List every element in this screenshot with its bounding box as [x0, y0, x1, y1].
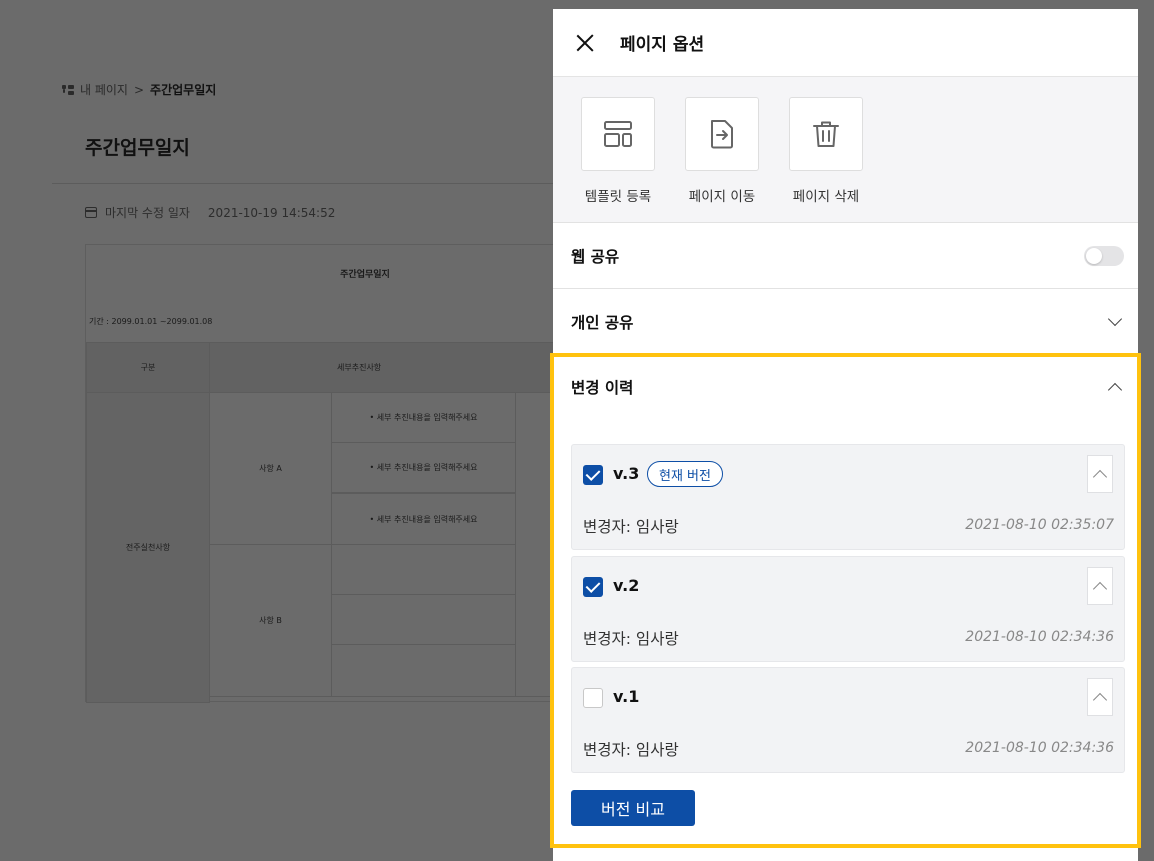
table-cell [515, 392, 556, 697]
table-cell: • 세부 추진내용을 입력해주세요 [331, 392, 516, 443]
table-header-detail: 세부추진사항 [209, 342, 556, 393]
version-item: v.3 현재 버전 변경자: 임사랑 2021-08-10 02:35:07 [571, 444, 1125, 550]
table-cell: • 세부 추진내용을 입력해주세요 [331, 493, 516, 545]
action-tile[interactable] [685, 97, 759, 171]
page-title: 주간업무일지 [85, 137, 190, 159]
version-date: 2021-08-10 02:34:36 [965, 629, 1114, 645]
panel-header: 페이지 옵션 [553, 9, 1138, 77]
chevron-down-icon[interactable] [1107, 311, 1123, 327]
version-name: v.3 [613, 464, 640, 483]
close-icon[interactable] [574, 32, 596, 54]
chevron-up-icon [1092, 581, 1108, 596]
version-date: 2021-08-10 02:34:36 [965, 740, 1114, 756]
breadcrumb-current: 주간업무일지 [150, 83, 217, 97]
chevron-up-icon [1092, 692, 1108, 707]
private-share-row[interactable]: 개인 공유 [553, 289, 1138, 355]
version-editor: 변경자: 임사랑 [583, 518, 679, 536]
web-share-label: 웹 공유 [571, 247, 620, 266]
document-heading: 주간업무일지 [340, 270, 390, 280]
version-editor: 변경자: 임사랑 [583, 630, 679, 648]
action-tile[interactable] [789, 97, 863, 171]
page-actions: 템플릿 등록 페이지 이동 페이지 삭제 [553, 77, 1138, 223]
trash-icon [813, 121, 839, 147]
document-period: 기간 : 2099.01.01 ~2099.01.08 [89, 317, 213, 326]
version-collapse-button[interactable] [1087, 567, 1113, 605]
version-item: v.1 변경자: 임사랑 2021-08-10 02:34:36 [571, 667, 1125, 773]
template-icon [604, 121, 632, 147]
action-label: 페이지 이동 [688, 189, 756, 205]
move-page-icon [711, 120, 733, 149]
table-cell [331, 544, 516, 595]
web-share-toggle[interactable] [1084, 245, 1124, 266]
private-share-label: 개인 공유 [571, 313, 634, 332]
modified-label: 마지막 수정 일자 [105, 206, 190, 220]
table-item-a: 사항 A [209, 392, 332, 545]
breadcrumb: 내 페이지 > 주간업무일지 [62, 81, 216, 98]
sitemap-icon [62, 84, 74, 95]
chevron-up-icon [1092, 469, 1108, 484]
version-checkbox[interactable] [583, 465, 603, 485]
table-group-label: 전주실천사항 [86, 392, 210, 703]
table-item-b: 사항 B [209, 544, 332, 697]
version-date: 2021-08-10 02:35:07 [965, 517, 1114, 533]
title-divider [52, 183, 554, 184]
breadcrumb-separator: > [133, 82, 145, 97]
compare-versions-button[interactable]: 버전 비교 [571, 790, 695, 826]
version-checkbox[interactable] [583, 688, 603, 708]
change-history-label: 변경 이력 [571, 379, 634, 397]
change-history-header[interactable]: 변경 이력 [553, 354, 1138, 420]
last-modified: 마지막 수정 일자 2021-10-19 14:54:52 [85, 204, 335, 221]
move-page-button[interactable]: 페이지 이동 [685, 97, 789, 222]
web-share-row: 웹 공유 [553, 223, 1138, 289]
version-collapse-button[interactable] [1087, 678, 1113, 716]
document-table: 주간업무일지 기간 : 2099.01.01 ~2099.01.08 구분 세부… [85, 244, 556, 703]
calendar-icon [85, 207, 97, 218]
action-label: 페이지 삭제 [792, 189, 860, 205]
version-name: v.1 [613, 687, 640, 706]
change-history-section: 변경 이력 [553, 354, 1138, 420]
chevron-up-icon[interactable] [1107, 382, 1123, 397]
version-name: v.2 [613, 576, 640, 595]
version-item: v.2 변경자: 임사랑 2021-08-10 02:34:36 [571, 556, 1125, 662]
table-cell [331, 594, 516, 645]
modified-date: 2021-10-19 14:54:52 [207, 205, 336, 220]
action-tile[interactable] [581, 97, 655, 171]
table-cell: • 세부 추진내용을 입력해주세요 [331, 442, 516, 493]
breadcrumb-root[interactable]: 내 페이지 [80, 81, 128, 98]
current-version-badge: 현재 버전 [647, 461, 723, 487]
action-label: 템플릿 등록 [584, 189, 652, 205]
panel-title: 페이지 옵션 [620, 35, 705, 55]
table-cell [331, 644, 516, 697]
version-editor: 변경자: 임사랑 [583, 741, 679, 759]
table-header-category: 구분 [86, 342, 210, 393]
version-checkbox[interactable] [583, 577, 603, 597]
delete-page-button[interactable]: 페이지 삭제 [789, 97, 893, 222]
version-collapse-button[interactable] [1087, 455, 1113, 493]
register-template-button[interactable]: 템플릿 등록 [581, 97, 685, 222]
